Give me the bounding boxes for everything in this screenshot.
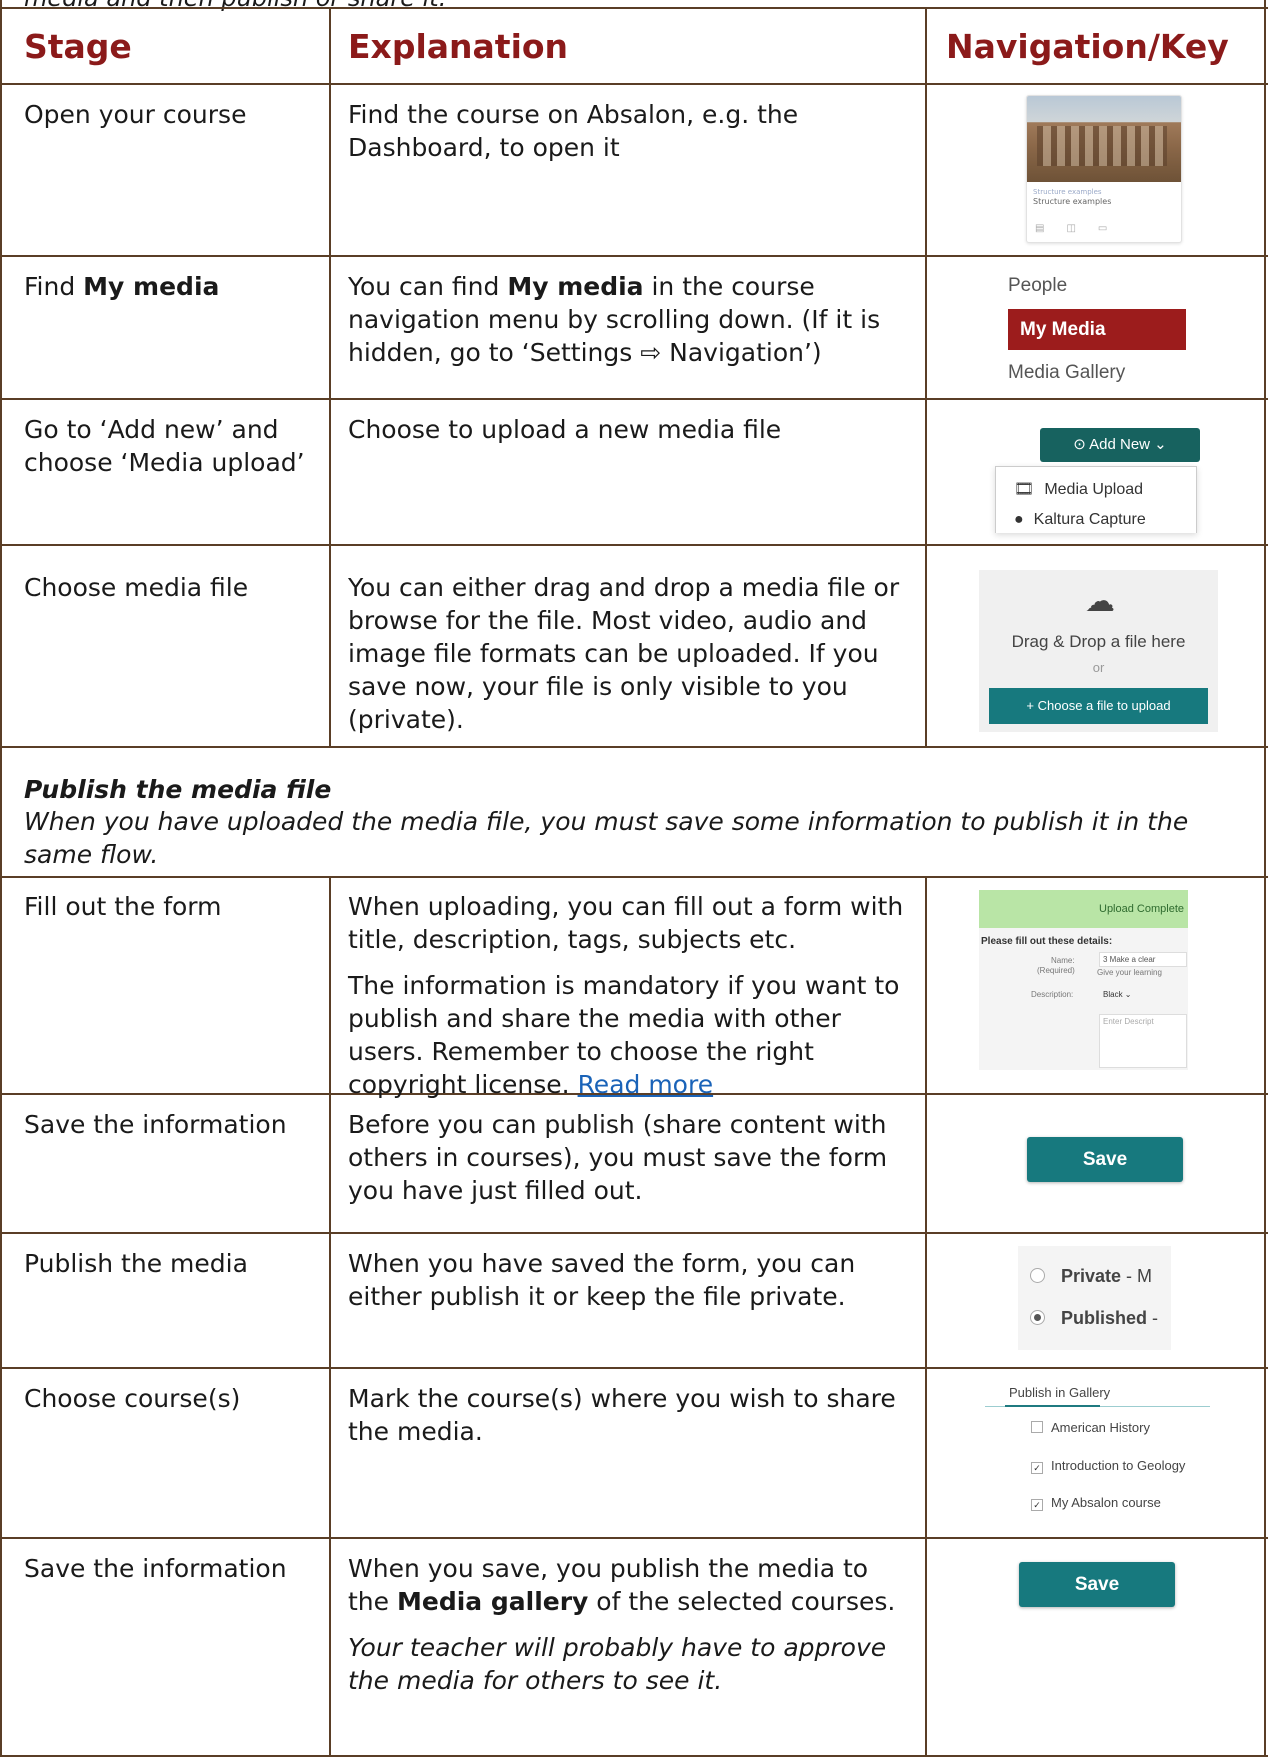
col-rule bbox=[925, 7, 927, 748]
stage-save-info: Save the information bbox=[24, 1110, 287, 1139]
course-card-thumbnail: Structure examples Structure examples ▤◫… bbox=[1026, 95, 1182, 243]
explanation-save-publish: When you save, you publish the media to … bbox=[348, 1552, 908, 1697]
add-new-menu: 🎞 Media Upload ● Kaltura Capture bbox=[995, 466, 1197, 533]
description-label: Description: bbox=[1031, 990, 1074, 999]
folder-icon: ▭ bbox=[1097, 223, 1130, 234]
header-navigation: Navigation/Key bbox=[946, 27, 1229, 66]
upload-complete-bar: Upload Complete bbox=[979, 890, 1188, 928]
rule bbox=[0, 876, 1268, 878]
rule bbox=[0, 398, 1268, 400]
stage-open-course: Open your course bbox=[24, 100, 247, 129]
name-hint: Give your learning bbox=[1097, 968, 1162, 977]
explanation-fill-form: When uploading, you can fill out a form … bbox=[348, 890, 908, 1101]
radio-published: Published - bbox=[1030, 1308, 1158, 1329]
header-stage: Stage bbox=[24, 27, 132, 66]
drag-drop-text: Drag & Drop a file here bbox=[1011, 632, 1186, 651]
visibility-radios: Private - M Published - bbox=[1018, 1246, 1171, 1350]
save-button-publish: Save bbox=[1019, 1562, 1175, 1607]
required-label: (Required) bbox=[1037, 966, 1075, 975]
explanation-fill-form-2: The information is mandatory if you want… bbox=[348, 971, 900, 1099]
name-input: 3 Make a clear bbox=[1099, 952, 1187, 967]
read-more-link[interactable]: Read more bbox=[578, 1070, 714, 1099]
stage-choose-file: Choose media file bbox=[24, 573, 249, 602]
course-option-american-history: American History bbox=[1031, 1420, 1150, 1435]
stage-choose-courses: Choose course(s) bbox=[24, 1384, 241, 1413]
stage-add-new: Go to ‘Add new’ and choose ‘Media upload… bbox=[24, 415, 305, 477]
radio-off-icon bbox=[1030, 1268, 1045, 1283]
rule bbox=[0, 7, 1268, 9]
discussion-icon: ◫ bbox=[1066, 223, 1098, 234]
rule bbox=[0, 1367, 1268, 1369]
radio-private: Private - M bbox=[1030, 1266, 1152, 1287]
stage-find-my-media: Find My media bbox=[24, 272, 220, 301]
course-option-geology: ✓ Introduction to Geology bbox=[1031, 1458, 1185, 1474]
nav-media-gallery: Media Gallery bbox=[1008, 362, 1126, 383]
publish-gallery-thumbnail: Publish in Gallery American History ✓ Int… bbox=[985, 1385, 1210, 1520]
rule bbox=[0, 1537, 1268, 1539]
course-card-subtitle: Structure examples bbox=[1033, 197, 1112, 206]
publish-gallery-title: Publish in Gallery bbox=[1009, 1385, 1111, 1400]
rule bbox=[0, 255, 1268, 257]
save-button: Save bbox=[1027, 1137, 1183, 1182]
rule bbox=[0, 83, 1268, 85]
checkbox-checked-icon: ✓ bbox=[1031, 1499, 1043, 1511]
add-new-button: ⊙ Add New ⌄ bbox=[1040, 428, 1200, 462]
course-photo bbox=[1027, 96, 1181, 182]
name-label: Name: bbox=[1051, 956, 1075, 965]
course-card-icons: ▤◫▭ bbox=[1035, 223, 1129, 234]
upload-dropzone: ☁ Drag & Drop a file here or + Choose a … bbox=[979, 570, 1218, 732]
explanation-open-course: Find the course on Absalon, e.g. the Das… bbox=[348, 100, 799, 162]
announcement-icon: ▤ bbox=[1035, 223, 1067, 234]
col-rule bbox=[329, 7, 331, 748]
col-rule bbox=[329, 876, 331, 1757]
explanation-choose-courses: Mark the course(s) where you wish to sha… bbox=[348, 1384, 896, 1446]
explanation-save-info: Before you can publish (share content wi… bbox=[348, 1110, 888, 1205]
explanation-choose-file: You can either drag and drop a media fil… bbox=[348, 573, 900, 734]
rule bbox=[0, 746, 1268, 748]
cloud-upload-icon: ☁ bbox=[1085, 584, 1115, 619]
menu-kaltura-capture: ● Kaltura Capture bbox=[1014, 511, 1146, 528]
explanation-add-new: Choose to upload a new media file bbox=[348, 415, 782, 444]
col-rule bbox=[925, 876, 927, 1757]
stage-fill-form: Fill out the form bbox=[24, 892, 222, 921]
explanation-save-publish-1: When you save, you publish the media to … bbox=[348, 1554, 896, 1616]
font-color-select: Black ⌄ bbox=[1103, 990, 1132, 999]
checkbox-checked-icon: ✓ bbox=[1031, 1462, 1043, 1474]
explanation-publish: When you have saved the form, you can ei… bbox=[348, 1249, 856, 1311]
section-description: When you have uploaded the media file, y… bbox=[24, 807, 1189, 869]
radio-on-icon bbox=[1030, 1310, 1045, 1325]
record-icon: ● bbox=[1014, 511, 1024, 528]
explanation-fill-form-1: When uploading, you can fill out a form … bbox=[348, 892, 904, 954]
explanation-find-my-media: You can find My media in the course navi… bbox=[348, 272, 881, 367]
nav-my-media: My Media bbox=[1008, 309, 1186, 350]
menu-media-upload: 🎞 Media Upload bbox=[1014, 481, 1144, 498]
form-prompt: Please fill out these details: bbox=[981, 936, 1113, 947]
intro-text-cut: media and then publish or share it. bbox=[24, 0, 446, 12]
tab-active-underline bbox=[1005, 1405, 1100, 1407]
rule bbox=[0, 1232, 1268, 1234]
film-icon: 🎞 bbox=[1014, 481, 1035, 498]
checkbox-unchecked-icon bbox=[1031, 1421, 1043, 1433]
course-card-title: Structure examples bbox=[1033, 188, 1102, 196]
choose-file-button: + Choose a file to upload bbox=[989, 688, 1208, 724]
form-thumbnail: Upload Complete Please fill out these de… bbox=[979, 890, 1188, 1070]
header-explanation: Explanation bbox=[348, 27, 569, 66]
rule bbox=[0, 544, 1268, 546]
description-input: Enter Descript bbox=[1099, 1014, 1187, 1068]
or-text: or bbox=[1092, 660, 1105, 675]
stage-publish: Publish the media bbox=[24, 1249, 248, 1278]
teacher-note: Your teacher will probably have to appro… bbox=[348, 1633, 887, 1695]
nav-people: People bbox=[1008, 275, 1068, 296]
course-option-absalon: ✓ My Absalon course bbox=[1031, 1495, 1161, 1511]
section-title: Publish the media file bbox=[24, 775, 332, 804]
stage-save-publish: Save the information bbox=[24, 1554, 287, 1583]
